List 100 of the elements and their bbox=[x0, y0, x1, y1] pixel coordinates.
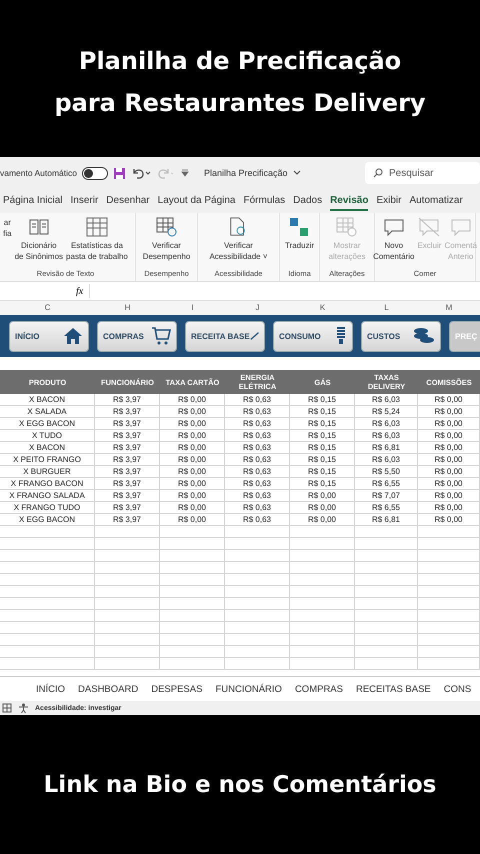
undo-icon[interactable] bbox=[131, 167, 152, 179]
column-header[interactable]: L bbox=[355, 301, 418, 315]
table-cell: R$ 6,81 bbox=[355, 514, 418, 525]
ribbon-button[interactable]: Dicionário de Sinônimos bbox=[14, 217, 64, 269]
table-cell: R$ 0,00 bbox=[160, 514, 225, 525]
table-cell: R$ 0,00 bbox=[418, 418, 480, 429]
ribbon-tab[interactable]: Fórmulas bbox=[243, 191, 286, 211]
coins-icon bbox=[413, 327, 435, 345]
column-header[interactable]: C bbox=[0, 301, 95, 315]
table-cell: R$ 0,00 bbox=[418, 454, 480, 465]
table-cell: R$ 0,00 bbox=[160, 406, 225, 417]
nav-button[interactable]: INÍCIO bbox=[9, 320, 89, 352]
column-header[interactable]: K bbox=[290, 301, 355, 315]
table-cell: R$ 0,00 bbox=[418, 394, 480, 405]
book-icon bbox=[28, 217, 49, 237]
table-cell: R$ 0,15 bbox=[290, 478, 355, 489]
ribbon-tab[interactable]: Página Inicial bbox=[3, 191, 62, 211]
table-cell: R$ 0,00 bbox=[418, 406, 480, 417]
table-cell: R$ 0,15 bbox=[290, 454, 355, 465]
table-cell: R$ 3,97 bbox=[95, 430, 160, 441]
table-cell: R$ 3,97 bbox=[95, 490, 160, 501]
house-icon bbox=[63, 327, 83, 345]
ribbon-button[interactable]: Estatísticas da pasta de trabalho bbox=[66, 217, 128, 269]
autosave-label: vamento Automático bbox=[0, 168, 78, 178]
table-cell: X BURGUER bbox=[0, 466, 95, 477]
table-cell: R$ 0,00 bbox=[418, 490, 480, 501]
table-cell: R$ 3,97 bbox=[95, 466, 160, 477]
table-cell: R$ 3,97 bbox=[95, 394, 160, 405]
ribbon-button[interactable]: Traduzir bbox=[284, 217, 314, 269]
table-cell: R$ 0,00 bbox=[160, 394, 225, 405]
table-cell: R$ 6,03 bbox=[355, 454, 418, 465]
table-cell: X BACON bbox=[0, 394, 95, 405]
table-cell: R$ 0,00 bbox=[160, 418, 225, 429]
table-cell: R$ 0,63 bbox=[225, 490, 290, 501]
column-header[interactable]: M bbox=[418, 301, 480, 315]
table-cell: X FRANGO BACON bbox=[0, 478, 95, 489]
table-cell: R$ 0,00 bbox=[418, 478, 480, 489]
table-cell: R$ 3,97 bbox=[95, 442, 160, 453]
file-name[interactable]: Planilha Precificação bbox=[204, 168, 288, 178]
search-icon bbox=[373, 168, 383, 178]
sheet-tab[interactable]: FUNCIONÁRIO bbox=[215, 684, 282, 694]
nav-button[interactable]: COMPRAS bbox=[97, 320, 177, 352]
table-cell: R$ 0,00 bbox=[160, 478, 225, 489]
bulb-icon bbox=[335, 326, 347, 346]
ribbon-tab[interactable]: Automatizar bbox=[409, 191, 463, 211]
ribbon-button[interactable]: Verificar Acessibilidade ˅ bbox=[209, 217, 268, 269]
accessibility-icon[interactable] bbox=[18, 702, 29, 714]
table-cell: R$ 0,63 bbox=[225, 406, 290, 417]
table-cell: R$ 0,00 bbox=[418, 442, 480, 453]
table-clock-icon bbox=[336, 217, 358, 237]
table-cell: R$ 0,00 bbox=[160, 502, 225, 513]
caption-text: Planilha de Precificação bbox=[78, 46, 402, 74]
cart-icon bbox=[151, 327, 171, 345]
ribbon-tab[interactable]: Layout da Página bbox=[158, 191, 236, 211]
function-button[interactable]: fx bbox=[76, 286, 84, 296]
ribbon-tab[interactable]: Inserir bbox=[70, 191, 98, 211]
ribbon-button[interactable]: Verificar Desempenho bbox=[142, 217, 190, 269]
table-cell: R$ 0,15 bbox=[290, 394, 355, 405]
ribbon-button[interactable]: Novo Comentário bbox=[373, 217, 414, 269]
crossed-comment-icon bbox=[418, 217, 440, 237]
column-header[interactable]: H bbox=[95, 301, 160, 315]
table-cell: R$ 0,63 bbox=[225, 454, 290, 465]
table-cell: R$ 0,63 bbox=[225, 478, 290, 489]
table-cell: R$ 0,00 bbox=[290, 490, 355, 501]
search-field[interactable]: Pesquisar bbox=[365, 162, 480, 184]
autosave-toggle[interactable] bbox=[82, 166, 108, 180]
sheet-tab[interactable]: COMPRAS bbox=[294, 684, 343, 694]
table-cell: R$ 0,15 bbox=[290, 430, 355, 441]
ribbon-tab[interactable]: Dados bbox=[293, 191, 322, 211]
table-cell: R$ 0,00 bbox=[290, 502, 355, 513]
ribbon-tab[interactable]: Revisão bbox=[330, 191, 368, 211]
ribbon-button[interactable]: ar fia bbox=[3, 217, 12, 269]
sheet-tab[interactable]: DASHBOARD bbox=[78, 684, 138, 694]
column-header[interactable]: I bbox=[160, 301, 225, 315]
table-cell: X PEITO FRANGO bbox=[0, 454, 95, 465]
nav-button[interactable]: CUSTOS bbox=[361, 320, 441, 352]
sheet-tab[interactable]: DESPESAS bbox=[151, 684, 202, 694]
ribbon-tab[interactable]: Desenhar bbox=[106, 191, 150, 211]
table-cell: R$ 0,00 bbox=[418, 502, 480, 513]
table-cell: R$ 0,63 bbox=[225, 442, 290, 453]
sheet-tab[interactable]: RECEITAS BASE bbox=[356, 684, 431, 694]
nav-button[interactable]: RECEITA BASE bbox=[185, 320, 265, 352]
chevron-down-icon[interactable] bbox=[292, 170, 301, 176]
table-cell: R$ 0,00 bbox=[418, 514, 480, 525]
table-cell: R$ 3,97 bbox=[95, 406, 160, 417]
table-cell: R$ 0,00 bbox=[160, 466, 225, 477]
translate-icon bbox=[289, 217, 310, 237]
table-clock-icon bbox=[156, 217, 178, 237]
sheet-tab[interactable]: CONS bbox=[444, 684, 472, 694]
table-cell: R$ 6,03 bbox=[355, 430, 418, 441]
table-cell: R$ 0,15 bbox=[290, 442, 355, 453]
customize-icon[interactable] bbox=[181, 169, 190, 177]
table-cell: X FRANGO SALADA bbox=[0, 490, 95, 501]
nav-button[interactable]: CONSUMO bbox=[273, 320, 353, 352]
column-header[interactable]: J bbox=[225, 301, 290, 315]
sheet-tab[interactable]: INÍCIO bbox=[36, 684, 66, 694]
ribbon-tab[interactable]: Exibir bbox=[376, 191, 402, 211]
table-cell: R$ 0,15 bbox=[290, 406, 355, 417]
table-cell: R$ 3,97 bbox=[95, 478, 160, 489]
table-cell: X FRANGO TUDO bbox=[0, 502, 95, 513]
